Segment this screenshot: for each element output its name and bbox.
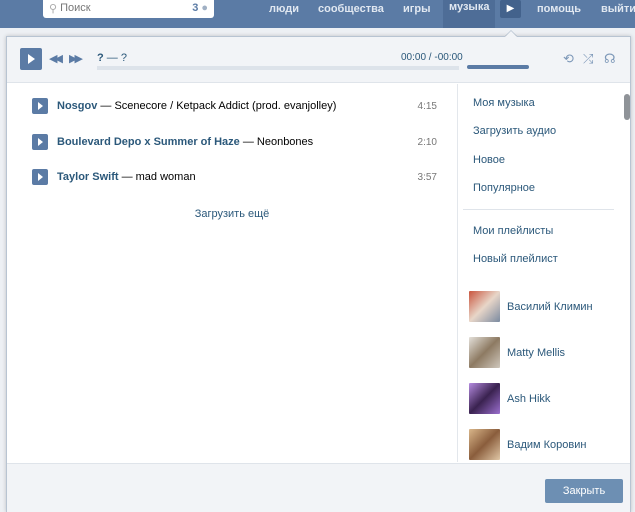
headphones-icon[interactable]: ☊: [604, 51, 616, 67]
now-playing: ? — ?: [97, 52, 127, 64]
nav-logout[interactable]: выйти: [601, 0, 635, 18]
popup-footer: Закрыть: [7, 463, 630, 512]
avatar: [469, 383, 500, 414]
audio-popup: ◀◀ ▶▶ ? — ? 00:00 / -00:00 ⟲ ⤮ ☊ Nosgov …: [6, 36, 631, 512]
sidebar-new[interactable]: Новое: [473, 154, 505, 166]
track-list: Nosgov — Scenecore / Ketpack Addict (pro…: [7, 84, 457, 462]
nav-games[interactable]: игры: [403, 0, 430, 18]
music-sidebar: Моя музыка Загрузить аудио Новое Популяр…: [457, 84, 630, 462]
progress-bar[interactable]: [97, 66, 459, 70]
prev-icon[interactable]: ◀◀: [49, 52, 63, 65]
nav-music[interactable]: музыка: [443, 0, 496, 28]
avatar: [469, 337, 500, 368]
track-row[interactable]: Nosgov — Scenecore / Ketpack Addict (pro…: [32, 96, 437, 116]
friend-item[interactable]: Matty Mellis: [469, 337, 565, 368]
avatar: [469, 429, 500, 460]
track-artist[interactable]: Boulevard Depo x Summer of Haze: [57, 136, 240, 148]
track-artist[interactable]: Nosgov: [57, 100, 97, 112]
track-duration: 2:10: [417, 136, 437, 148]
player-bar: ◀◀ ▶▶ ? — ? 00:00 / -00:00 ⟲ ⤮ ☊: [7, 37, 630, 83]
sidebar-new-playlist[interactable]: Новый плейлист: [473, 253, 558, 265]
nav-help[interactable]: помощь: [537, 0, 581, 18]
nav-communities[interactable]: сообщества: [318, 0, 384, 18]
load-more-link[interactable]: Загрузить ещё: [7, 208, 457, 220]
repeat-icon[interactable]: ⟲: [563, 51, 574, 67]
avatar: [469, 291, 500, 322]
nav-play-button[interactable]: ▶: [500, 0, 521, 18]
play-icon[interactable]: [32, 98, 48, 114]
track-artist[interactable]: Taylor Swift: [57, 171, 119, 183]
sidebar-popular[interactable]: Популярное: [473, 182, 535, 194]
user-icon: ●: [201, 2, 208, 14]
sidebar-my-playlists[interactable]: Мои плейлисты: [473, 225, 553, 237]
scrollbar[interactable]: [624, 94, 630, 120]
search-count: 3: [192, 2, 199, 14]
popup-arrow-fill: [505, 31, 517, 37]
search-icon: ⚲: [49, 2, 58, 15]
track-title: — Neonbones: [239, 136, 314, 148]
next-icon[interactable]: ▶▶: [69, 52, 83, 65]
sidebar-my-music[interactable]: Моя музыка: [473, 97, 535, 109]
divider: [463, 209, 614, 210]
friend-item[interactable]: Василий Климин: [469, 291, 593, 322]
nav-people[interactable]: люди: [269, 0, 299, 18]
player-time: 00:00 / -00:00: [401, 52, 463, 63]
play-icon[interactable]: [32, 169, 48, 185]
close-button[interactable]: Закрыть: [545, 479, 623, 503]
track-title: — Scenecore / Ketpack Addict (prod. evan…: [97, 100, 337, 112]
sidebar-upload-audio[interactable]: Загрузить аудио: [473, 125, 556, 137]
play-button[interactable]: [20, 48, 42, 70]
search-placeholder: Поиск: [60, 2, 91, 14]
top-bar: ⚲ Поиск 3 ● люди сообщества игры музыка ▶ п…: [0, 0, 635, 28]
search-input[interactable]: ⚲ Поиск 3 ●: [43, 0, 214, 18]
play-icon[interactable]: [32, 134, 48, 150]
track-duration: 4:15: [417, 100, 437, 112]
volume-slider[interactable]: [467, 65, 529, 69]
friend-item[interactable]: Вадим Коровин: [469, 429, 586, 460]
track-title: — mad woman: [118, 171, 196, 183]
track-row[interactable]: Boulevard Depo x Summer of Haze — Neonbo…: [32, 132, 437, 152]
shuffle-icon[interactable]: ⤮: [583, 51, 593, 67]
track-row[interactable]: Taylor Swift — mad woman 3:57: [32, 167, 437, 187]
track-duration: 3:57: [417, 171, 437, 183]
friend-item[interactable]: Ash Hikk: [469, 383, 550, 414]
